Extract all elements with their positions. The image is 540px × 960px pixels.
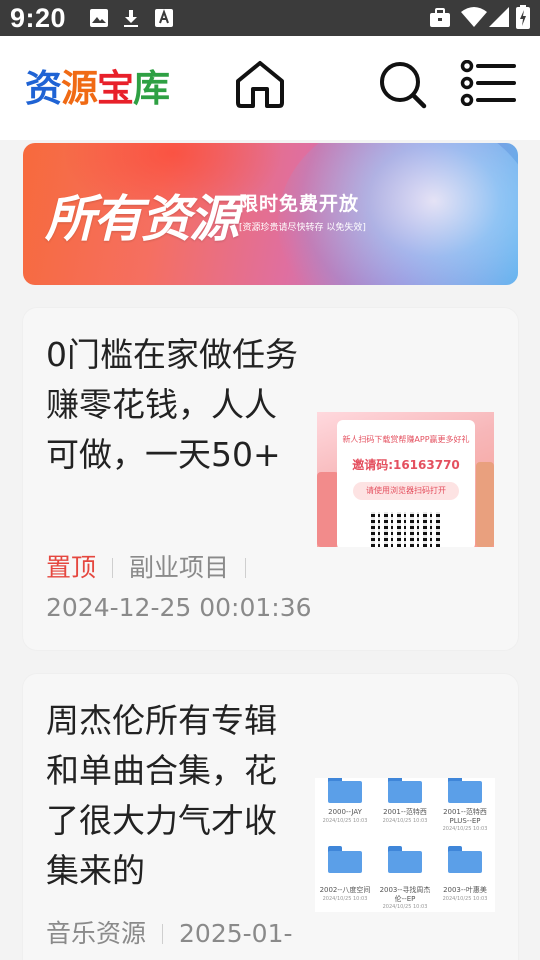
search-icon[interactable] (378, 60, 428, 110)
download-icon (124, 10, 138, 27)
folder-name: 2001--范特西 (383, 808, 427, 816)
briefcase-icon (430, 8, 450, 27)
thumb-pill: 请使用浏览器扫码打开 (353, 482, 459, 500)
post-thumbnail[interactable]: 2000--JAY 2024/10/25 10:03 2001--范特西 202… (315, 778, 495, 912)
post-category[interactable]: 副业项目 (129, 553, 229, 582)
folder-icon (388, 846, 422, 873)
post-category[interactable]: 音乐资源 (46, 919, 146, 948)
folder-icon (448, 778, 482, 803)
post-thumbnail[interactable]: 新人扫码下载赏帮赚APP赢更多好礼 邀请码:16163770 请使用浏览器扫码打… (317, 412, 494, 547)
app-header: 资源宝库 (0, 36, 540, 140)
promo-banner[interactable]: 所有资源 限时免费开放 [资源珍贵请尽快转存 以免失效] (23, 143, 518, 285)
post-meta: 音乐资源 2025-01- (46, 914, 293, 950)
banner-side: 限时免费开放 [资源珍贵请尽快转存 以免失效] (239, 189, 366, 233)
thumb-invite-code: 邀请码:16163770 (352, 458, 460, 472)
home-icon[interactable] (234, 59, 286, 109)
banner-main-text: 所有资源 (45, 190, 239, 248)
menu-list-icon[interactable] (460, 60, 516, 106)
logo-char: 源 (61, 67, 98, 110)
post-title[interactable]: 0门槛在家做任务赚零花钱，人人可做，一天50+ (46, 330, 301, 480)
qr-code (371, 512, 443, 547)
folder-icon (448, 846, 482, 873)
logo-char: 库 (133, 67, 170, 110)
signal-icon (489, 7, 509, 27)
text-a-icon (155, 9, 173, 27)
site-logo[interactable]: 资源宝库 (25, 58, 170, 112)
thumb-top-line: 新人扫码下载赏帮赚APP赢更多好礼 (342, 435, 470, 444)
folder-name: 2003--寻找周杰伦--EP (379, 886, 431, 903)
banner-headline: 限时免费开放 (239, 193, 360, 215)
post-card[interactable]: 0门槛在家做任务赚零花钱，人人可做，一天50+ 置顶 副业项目 2024-12-2… (23, 308, 518, 650)
folder-icon (328, 778, 362, 803)
post-title[interactable]: 周杰伦所有专辑和单曲合集，花了很大力气才收集来的 (46, 696, 301, 896)
battery-charging-icon (516, 5, 530, 29)
status-time: 9:20 (10, 3, 67, 33)
post-date: 2024-12-25 00:01:36 (46, 593, 312, 622)
folder-name: 2001--范特西 PLUS--EP (443, 808, 487, 825)
folder-name: 2003--叶惠美 (443, 886, 487, 894)
folder-date: 2024/10/25 10:03 (382, 904, 428, 910)
logo-char: 宝 (97, 67, 134, 110)
status-bar: 9:20 (0, 0, 540, 36)
banner-subtext: [资源珍贵请尽快转存 以免失效] (239, 223, 366, 233)
folder-date: 2024/10/25 10:03 (322, 818, 368, 824)
post-card[interactable]: 周杰伦所有专辑和单曲合集，花了很大力气才收集来的 音乐资源 2025-01- 20… (23, 674, 518, 960)
post-meta: 置顶 副业项目 (46, 548, 262, 584)
folder-date: 2024/10/25 10:03 (442, 896, 488, 902)
folder-name: 2002--八度空间 (319, 886, 371, 894)
folder-name: 2000--JAY (328, 808, 362, 816)
divider (112, 558, 114, 578)
pinned-tag: 置顶 (46, 553, 97, 582)
divider (245, 558, 247, 578)
wifi-icon (461, 7, 487, 27)
divider (162, 924, 164, 944)
post-date: 2025-01- (179, 919, 293, 948)
folder-icon (328, 846, 362, 873)
folder-icon (388, 778, 422, 803)
folder-date: 2024/10/25 10:03 (442, 826, 488, 832)
folder-date: 2024/10/25 10:03 (382, 818, 428, 824)
image-icon (90, 9, 108, 27)
logo-char: 资 (25, 67, 62, 110)
folder-date: 2024/10/25 10:03 (322, 896, 368, 902)
